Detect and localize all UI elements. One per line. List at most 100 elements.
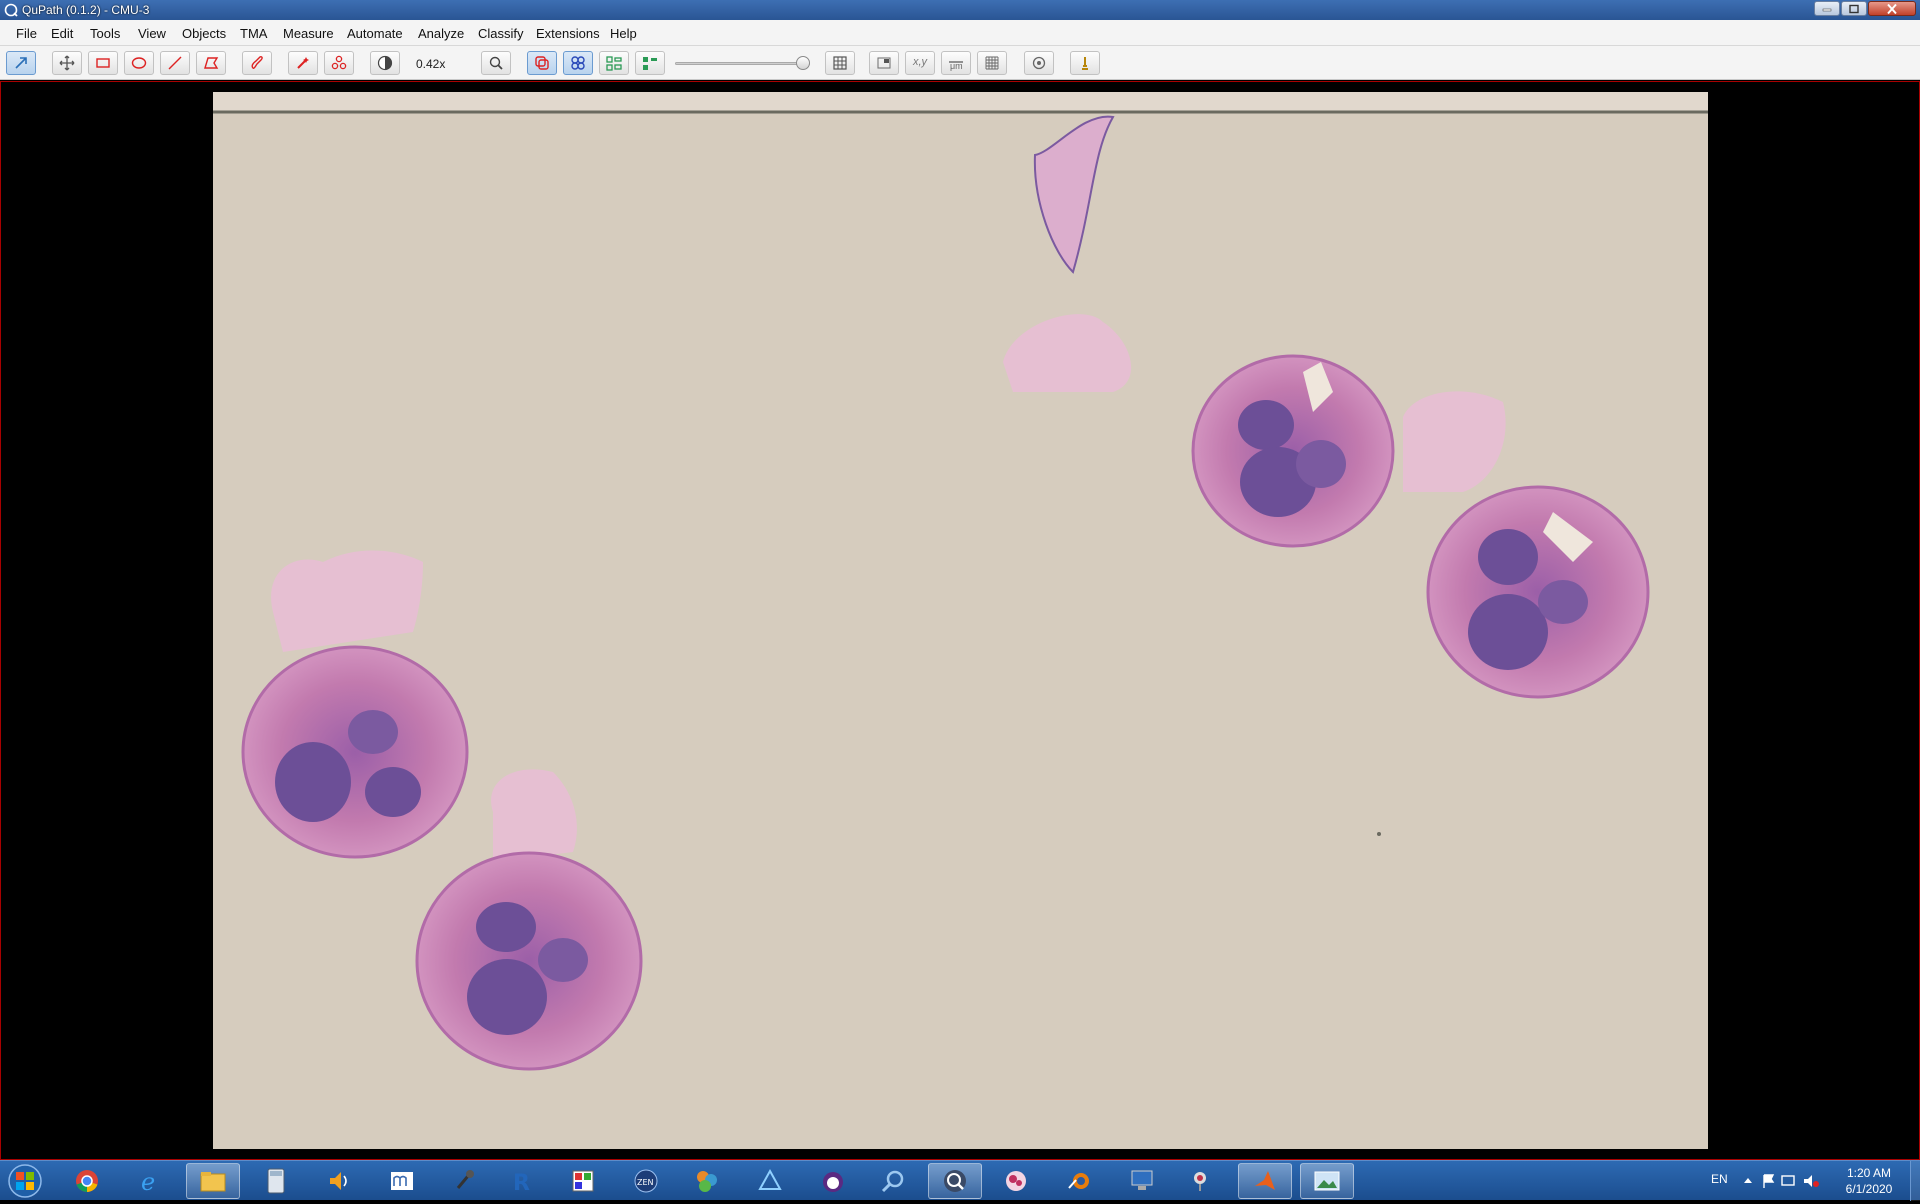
action-center-flag-icon[interactable] xyxy=(1763,1174,1775,1188)
log-button[interactable] xyxy=(1070,51,1100,75)
taskbar-cat-app[interactable] xyxy=(806,1163,860,1199)
brush-tool-button[interactable] xyxy=(242,51,272,75)
wand-tool-button[interactable] xyxy=(288,51,318,75)
show-grid-button[interactable] xyxy=(977,51,1007,75)
menu-file[interactable]: File xyxy=(16,26,37,41)
taskbar-qupath[interactable] xyxy=(928,1163,982,1199)
internet-explorer-icon: e xyxy=(141,1168,155,1194)
taskbar-blender[interactable] xyxy=(1052,1163,1106,1199)
pan-button[interactable] xyxy=(52,51,82,75)
taskbar-zen[interactable]: ZEN xyxy=(619,1163,673,1199)
show-annotations-button[interactable] xyxy=(527,51,557,75)
slide-app-icon xyxy=(1006,1171,1026,1191)
minimize-button[interactable] xyxy=(1814,1,1840,16)
svg-text:R: R xyxy=(513,1171,530,1194)
menu-extensions[interactable]: Extensions xyxy=(536,26,600,41)
taskbar-chrome[interactable] xyxy=(60,1163,114,1199)
zoom-level-label: 0.42x xyxy=(416,57,446,71)
line-tool-icon xyxy=(168,56,182,70)
taskbar-speaker[interactable] xyxy=(312,1163,366,1199)
log-icon xyxy=(1082,57,1088,70)
taskbar-calculator[interactable] xyxy=(249,1163,303,1199)
menu-classify[interactable]: Classify xyxy=(478,26,524,41)
zoom-to-fit-button[interactable] xyxy=(481,51,511,75)
tray-language[interactable]: EN xyxy=(1711,1172,1728,1186)
toolbar: x,y μm xyxy=(0,46,1920,80)
taskbar-search-app[interactable] xyxy=(866,1163,920,1199)
taskbar-microphone[interactable] xyxy=(438,1163,492,1199)
taskbar-prism[interactable] xyxy=(743,1163,797,1199)
scalebar-label: μm xyxy=(950,61,963,71)
points-tool-button[interactable] xyxy=(324,51,354,75)
opacity-slider-thumb[interactable] xyxy=(796,56,810,70)
network-icon[interactable] xyxy=(1781,1175,1795,1186)
menu-analyze[interactable]: Analyze xyxy=(418,26,464,41)
slide-image[interactable] xyxy=(213,92,1708,1149)
zen-icon: ZEN xyxy=(634,1169,658,1193)
ellipse-tool-button[interactable] xyxy=(124,51,154,75)
menu-view[interactable]: View xyxy=(138,26,166,41)
menu-objects[interactable]: Objects xyxy=(182,26,226,41)
blender-icon xyxy=(1068,1173,1089,1189)
hex-app-icon xyxy=(697,1171,717,1192)
menu-automate[interactable]: Automate xyxy=(347,26,403,41)
title-bar: QuPath (0.1.2) - CMU-3 xyxy=(0,0,1920,20)
svg-text:ZEN: ZEN xyxy=(637,1178,654,1187)
fill-detections-icon xyxy=(643,57,657,70)
taskbar-computer[interactable] xyxy=(1115,1163,1169,1199)
clock-date: 6/1/2020 xyxy=(1845,1182,1893,1196)
menu-tools[interactable]: Tools xyxy=(90,26,120,41)
menu-edit[interactable]: Edit xyxy=(51,26,73,41)
maximize-button[interactable] xyxy=(1841,1,1867,16)
show-tma-grid-button[interactable] xyxy=(563,51,593,75)
start-button[interactable] xyxy=(3,1162,47,1200)
brightness-contrast-button[interactable] xyxy=(370,51,400,75)
taskbar-image-viewer[interactable] xyxy=(1300,1163,1354,1199)
preferences-button[interactable] xyxy=(1024,51,1054,75)
points-tool-icon xyxy=(331,55,347,70)
taskbar-slide-app[interactable] xyxy=(989,1163,1043,1199)
line-tool-button[interactable] xyxy=(160,51,190,75)
qupath-app-icon xyxy=(4,3,18,17)
taskbar-file-explorer[interactable] xyxy=(186,1163,240,1199)
cursor-location-label: x,y xyxy=(913,56,928,68)
taskbar-internet-explorer[interactable]: e xyxy=(123,1163,177,1199)
show-detections-button[interactable] xyxy=(599,51,629,75)
computer-icon xyxy=(1131,1170,1153,1190)
taskbar-app[interactable] xyxy=(375,1163,429,1199)
chrome-icon xyxy=(76,1170,98,1192)
brightness-contrast-icon xyxy=(377,55,393,71)
measurement-table-button[interactable] xyxy=(825,51,855,75)
menu-bar: File Edit Tools View Objects TMA Measure… xyxy=(0,20,1920,46)
rectangle-tool-button[interactable] xyxy=(88,51,118,75)
move-tool-button[interactable] xyxy=(6,51,36,75)
svg-text:e: e xyxy=(141,1168,155,1194)
fill-detections-button[interactable] xyxy=(635,51,665,75)
menu-help[interactable]: Help xyxy=(610,26,637,41)
chevron-up-icon[interactable] xyxy=(1744,1178,1752,1183)
minimize-icon xyxy=(1822,8,1832,11)
taskbar-paint[interactable] xyxy=(556,1163,610,1199)
prism-icon xyxy=(758,1168,782,1190)
window-title: QuPath (0.1.2) - CMU-3 xyxy=(22,3,150,17)
preferences-icon xyxy=(1032,56,1046,70)
show-cursor-location-button[interactable]: x,y xyxy=(905,51,935,75)
taskbar-matlab[interactable] xyxy=(1238,1163,1292,1199)
taskbar-r[interactable]: R xyxy=(495,1163,549,1199)
show-desktop-button[interactable] xyxy=(1910,1161,1920,1201)
menu-tma[interactable]: TMA xyxy=(240,26,267,41)
show-scalebar-button[interactable]: μm xyxy=(941,51,971,75)
menu-measure[interactable]: Measure xyxy=(283,26,334,41)
file-explorer-icon xyxy=(200,1172,226,1192)
show-overview-button[interactable] xyxy=(869,51,899,75)
tray-clock[interactable]: 1:20 AM 6/1/2020 xyxy=(1834,1165,1904,1197)
show-overview-icon xyxy=(877,57,891,69)
search-app-icon xyxy=(881,1170,904,1193)
polygon-tool-button[interactable] xyxy=(196,51,226,75)
taskbar-hex-app[interactable] xyxy=(680,1163,734,1199)
close-button[interactable] xyxy=(1868,1,1916,16)
volume-icon[interactable] xyxy=(1804,1175,1812,1187)
image-viewer[interactable] xyxy=(0,81,1920,1160)
opacity-slider[interactable] xyxy=(675,56,810,70)
taskbar-microscope[interactable] xyxy=(1174,1163,1228,1199)
